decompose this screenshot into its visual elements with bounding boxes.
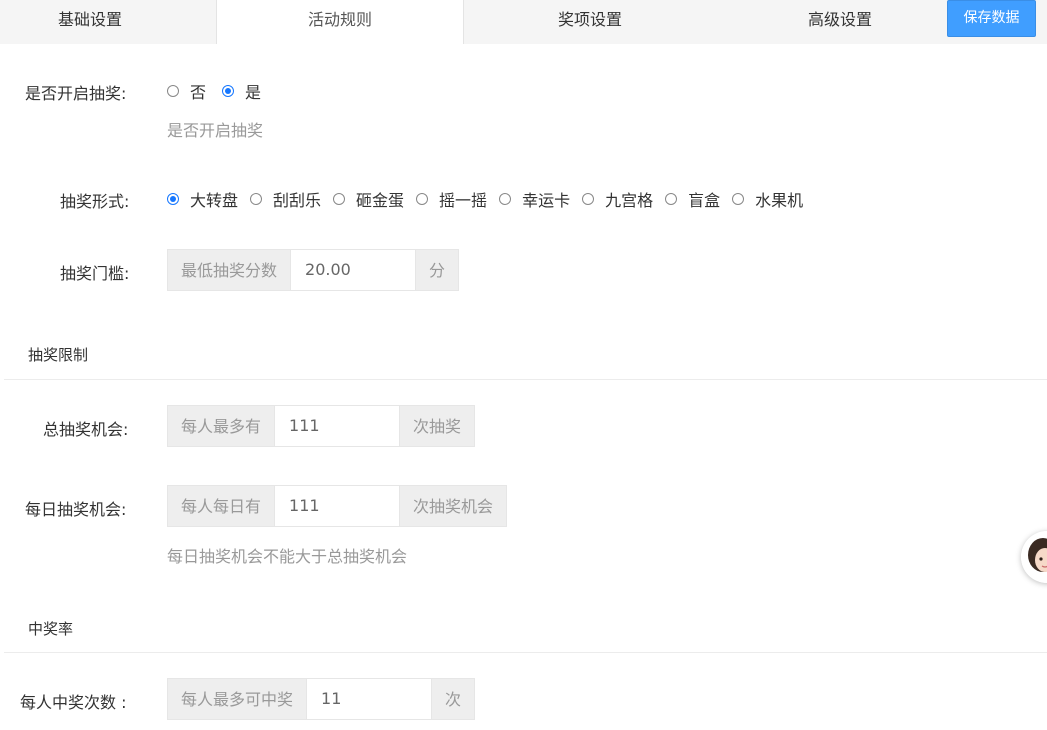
daily-chances-help: 每日抽奖机会不能大于总抽奖机会 (167, 547, 408, 566)
threshold-label: 抽奖门槛: (60, 264, 130, 283)
total-chances-input-group: 每人最多有 111 次抽奖 (167, 405, 476, 447)
radio-label: 否 (190, 83, 207, 102)
tab-advanced-settings[interactable]: 高级设置 (716, 0, 964, 44)
total-chances-input[interactable]: 111 (275, 405, 400, 447)
total-chances-suffix: 次抽奖 (399, 405, 476, 447)
lottery-enable-radio-group: 否 是 (167, 80, 273, 102)
tab-activity-rules[interactable]: 活动规则 (216, 0, 464, 44)
radio-unchecked-icon (250, 193, 263, 205)
daily-chances-label: 每日抽奖机会: (25, 500, 127, 519)
radio-checked-icon (167, 193, 179, 205)
lottery-form-option-shake[interactable]: 摇一摇 (416, 187, 487, 211)
radio-label: 大转盘 (190, 191, 239, 210)
lottery-form-option-egg[interactable]: 砸金蛋 (333, 187, 404, 211)
radio-unchecked-icon (582, 193, 595, 205)
radio-label: 是 (245, 83, 262, 102)
radio-unchecked-icon (499, 193, 512, 205)
lottery-form-option-grid[interactable]: 九宫格 (582, 187, 653, 211)
section-divider (4, 652, 1047, 653)
tab-prize-settings[interactable]: 奖项设置 (464, 0, 716, 44)
section-divider (4, 379, 1047, 380)
radio-label: 幸运卡 (522, 191, 571, 210)
threshold-input[interactable]: 20.00 (291, 249, 416, 291)
avatar-icon (1021, 531, 1047, 583)
total-chances-label: 总抽奖机会: (43, 420, 129, 439)
lottery-form-option-fruit-machine[interactable]: 水果机 (732, 187, 803, 211)
total-chances-prefix: 每人最多有 (167, 405, 276, 447)
lottery-form-radio-group: 大转盘 刮刮乐 砸金蛋 摇一摇 幸运卡 九宫格 盲盒 水果机 (167, 188, 815, 210)
lottery-form-option-blind-box[interactable]: 盲盒 (665, 187, 720, 211)
radio-label: 刮刮乐 (273, 191, 322, 210)
save-button[interactable]: 保存数据 (947, 0, 1036, 37)
radio-unchecked-icon (167, 85, 179, 97)
tab-bar: 基础设置 活动规则 奖项设置 高级设置 保存数据 (0, 0, 1047, 44)
radio-unchecked-icon (665, 193, 678, 205)
threshold-input-group: 最低抽奖分数 20.00 分 (167, 249, 460, 291)
lottery-enable-help: 是否开启抽奖 (167, 121, 264, 140)
daily-chances-input-group: 每人每日有 111 次抽奖机会 (167, 485, 508, 527)
threshold-suffix: 分 (415, 249, 460, 291)
win-times-input[interactable]: 11 (307, 678, 432, 720)
radio-unchecked-icon (333, 193, 346, 205)
threshold-prefix: 最低抽奖分数 (167, 249, 292, 291)
lottery-enable-label: 是否开启抽奖: (25, 84, 127, 103)
limits-section-title: 抽奖限制 (28, 346, 89, 364)
radio-label: 摇一摇 (439, 191, 488, 210)
lottery-form-option-scratch[interactable]: 刮刮乐 (250, 187, 321, 211)
daily-chances-suffix: 次抽奖机会 (399, 485, 508, 527)
win-times-label: 每人中奖次数 : (20, 693, 127, 712)
lottery-form-option-lucky-card[interactable]: 幸运卡 (499, 187, 570, 211)
lottery-form-label: 抽奖形式: (60, 192, 130, 211)
radio-label: 砸金蛋 (356, 191, 405, 210)
lottery-enable-option-yes[interactable]: 是 (222, 79, 261, 103)
support-avatar-icon[interactable] (1021, 531, 1047, 583)
win-times-input-group: 每人最多可中奖 11 次 (167, 678, 476, 720)
radio-label: 盲盒 (688, 191, 721, 210)
daily-chances-input[interactable]: 111 (275, 485, 400, 527)
tab-basic-settings[interactable]: 基础设置 (0, 0, 180, 44)
radio-label: 水果机 (755, 191, 804, 210)
radio-label: 九宫格 (605, 191, 654, 210)
radio-unchecked-icon (732, 193, 745, 205)
win-rate-section-title: 中奖率 (28, 620, 74, 638)
daily-chances-prefix: 每人每日有 (167, 485, 276, 527)
radio-checked-icon (222, 85, 235, 97)
lottery-form-option-wheel[interactable]: 大转盘 (167, 187, 238, 211)
radio-unchecked-icon (416, 193, 429, 205)
win-times-suffix: 次 (431, 678, 476, 720)
win-times-prefix: 每人最多可中奖 (167, 678, 308, 720)
lottery-enable-option-no[interactable]: 否 (167, 79, 206, 103)
